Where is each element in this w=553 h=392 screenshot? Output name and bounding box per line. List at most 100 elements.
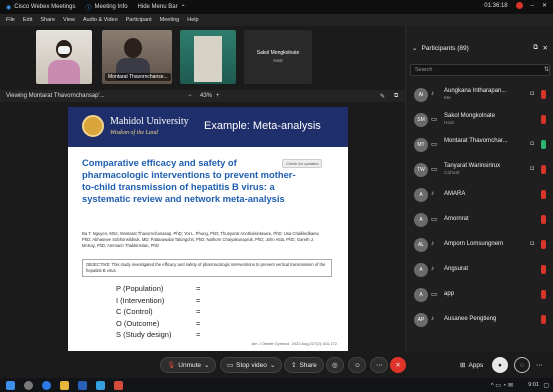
participant-row[interactable]: AL ♪ Amporn Lomsungnern ◘ [406,234,553,256]
viewing-label: Viewing Montarat Thavornchansap'... [6,93,105,99]
participant-row[interactable]: A ♪ AMARA [406,184,553,206]
zoom-level: 43% [200,93,213,99]
more-panels-button[interactable]: ⋯ [536,357,543,373]
menu-meeting[interactable]: Meeting [160,17,180,23]
sort-icon[interactable]: ⇅ [544,66,549,73]
video-tile-host[interactable]: Sakol Mongkolnate Host [244,30,312,84]
participant-search-input[interactable]: Search [410,64,550,76]
edge-icon[interactable] [42,380,51,390]
share-button[interactable]: ⇪ Share [284,357,324,373]
mic-muted-icon [541,265,546,274]
participants-toggle-button[interactable]: ● [492,357,508,373]
notification-icon[interactable]: ▢ [543,382,549,389]
pico-row: S (Study design) = [116,329,200,341]
pico-value: = [196,318,201,328]
recording-icon [515,2,523,9]
mic-muted-icon [541,190,546,199]
menu-audio-video[interactable]: Audio & Video [83,17,118,23]
title-bar: ◉ Cisco Webex Meetings ⓘ Meeting Info Hide… [0,0,553,14]
participant-row[interactable]: SM ▭ Sakol Mongkolnate Host [406,109,553,131]
webex-taskbar-icon[interactable] [96,380,105,390]
avatar: AP [414,313,428,327]
paper-title: Comparative efficacy and safety of pharm… [82,157,296,204]
participant-name: Amornrat [444,216,469,222]
video-camera-icon: ▭ [227,362,234,369]
pico-value: = [196,284,201,293]
video-icon: ◘ [530,141,534,147]
video-tile-label: Montarat Thavornchanse... [105,73,171,81]
university-name: Mahidol University [110,116,189,127]
avatar: SM [414,113,428,127]
unmute-button[interactable]: 🎙 Unmute ⌄ [160,357,217,373]
device-icon: ▭ [431,166,438,173]
apps-button[interactable]: ⊞ Apps [454,357,489,373]
viewing-bar: Viewing Montarat Thavornchansap'... − 43… [0,90,405,102]
more-icon: ⋯ [536,362,543,369]
mic-muted-icon [541,165,546,174]
pop-out-icon[interactable]: ⧉ [533,44,538,52]
smiley-icon: ☺ [354,361,361,369]
annotate-icon[interactable]: ✎ [380,93,385,100]
pico-row: I (Intervention) = [116,295,200,307]
tray-icons: ^ ▭ ◔ ✉ [490,382,513,389]
paper-citation: Am J Obstet Gynecol. 2022 Aug;227(2):163… [251,341,339,346]
search-icon[interactable] [24,380,33,390]
participant-name: Angsurat [444,266,469,272]
apps-icon: ⊞ [460,362,466,369]
video-tile-3[interactable] [180,30,236,84]
participant-row[interactable]: AP ♪ Ausanee Pengtieng [406,309,553,331]
minimize-icon[interactable]: – [531,3,534,9]
meeting-info-button[interactable]: ⓘ Meeting Info [86,3,128,12]
stop-video-button[interactable]: ▭ Stop video ⌄ [220,357,283,373]
search-placeholder: Search [415,67,433,73]
participant-row[interactable]: TW ▭ Tanyarat Warinsirirux Cohost ◘ [406,159,553,181]
word-icon[interactable] [78,380,87,390]
video-icon: ◘ [530,166,534,172]
device-icon: ▭ [431,116,438,123]
video-tile-2[interactable]: Montarat Thavornchanse... [102,30,172,84]
participant-name: Amporn Lomsungnern [444,241,504,247]
folder-icon[interactable] [60,380,69,390]
participant-row[interactable]: AI ♪ Aungkana Intharapan... Me ◘ [406,84,553,106]
person-body [48,60,80,84]
participant-row[interactable]: A ▭ Amornrat [406,209,553,231]
zoom-in-button[interactable]: + [216,93,220,99]
record-button[interactable]: ◎ [326,357,344,373]
fit-screen-icon[interactable]: ⧉ [394,93,398,100]
menu-view[interactable]: View [63,17,75,23]
os-taskbar: ^ ▭ ◔ ✉ 9:01 ▢ [0,378,553,392]
more-options-button[interactable]: ⋯ [370,357,388,373]
close-panel-icon[interactable]: ✕ [543,44,548,52]
participants-title: Participants (89) [421,44,469,52]
chat-toggle-button[interactable]: ◌ [514,357,530,373]
menu-share[interactable]: Share [40,17,55,23]
speaker-icon: ♪ [431,190,435,197]
avatar: A [414,188,428,202]
hide-menu-bar-button[interactable]: Hide Menu Bar ⌃ [138,4,186,11]
menu-edit[interactable]: Edit [23,17,32,23]
participant-row[interactable]: A ▭ app [406,284,553,306]
slide-title: Example: Meta-analysis [204,120,321,132]
more-icon: ⋯ [376,362,383,369]
start-icon[interactable] [6,380,15,390]
chevron-down-icon[interactable]: ⌄ [412,44,417,52]
share-screen-icon: ⇪ [291,362,297,369]
mic-active-icon [541,140,546,149]
avatar: A [414,263,428,277]
speaker-icon: ♪ [431,265,435,272]
reactions-button[interactable]: ☺ [348,357,366,373]
menu-file[interactable]: File [6,17,15,23]
chevron-up-icon: ⌃ [180,4,186,11]
powerpoint-icon[interactable] [114,380,123,390]
mic-muted-icon: 🎙 [167,362,176,369]
video-tile-1[interactable] [36,30,92,84]
close-icon[interactable]: ✕ [542,2,547,9]
participant-row[interactable]: MT ▭ Montarat Thavornchar... ◘ [406,134,553,156]
menu-participant[interactable]: Participant [126,17,152,23]
zoom-out-button[interactable]: − [188,93,192,99]
participant-row[interactable]: A ♪ Angsurat [406,259,553,281]
menu-help[interactable]: Help [187,17,198,23]
participant-name: Montarat Thavornchar... [444,138,508,144]
leave-meeting-button[interactable]: ✕ [390,357,406,373]
video-strip: Montarat Thavornchanse... Sakol Mongkoln… [0,26,405,90]
